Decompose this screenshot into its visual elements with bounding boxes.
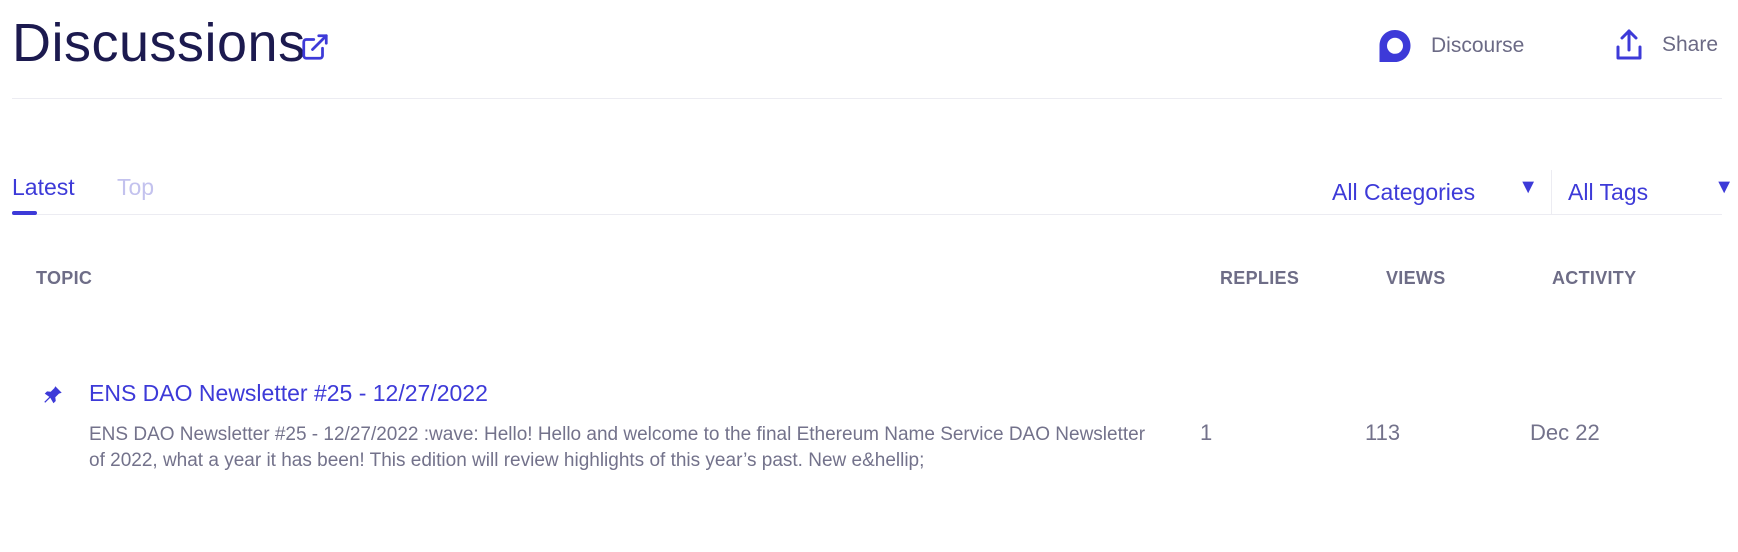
topic-title-link[interactable]: ENS DAO Newsletter #25 - 12/27/2022 — [89, 380, 488, 407]
column-header-activity: ACTIVITY — [1552, 268, 1637, 288]
tab-latest[interactable]: Latest — [12, 174, 75, 201]
page-title: Discussions — [12, 13, 306, 73]
topic-excerpt: ENS DAO Newsletter #25 - 12/27/2022 :wav… — [89, 424, 1146, 471]
share-label: Share — [1662, 33, 1719, 56]
categories-dropdown-label: All Categories — [1332, 178, 1476, 205]
column-header-replies: REPLIES — [1220, 268, 1300, 288]
topic-row: ENS DAO Newsletter #25 - 12/27/2022 ENS … — [12, 370, 1722, 480]
external-link-icon[interactable] — [300, 32, 330, 62]
share-button[interactable]: Share — [1614, 28, 1718, 62]
caret-down-icon: ▼ — [1518, 176, 1538, 198]
pin-icon — [44, 386, 62, 404]
topic-replies-count: 1 — [1200, 420, 1213, 445]
page-header: Discussions Discourse Share — [12, 0, 1722, 99]
discourse-label: Discourse — [1431, 34, 1525, 57]
share-icon — [1616, 29, 1642, 60]
tab-top[interactable]: Top — [117, 174, 154, 201]
topic-views-count: 113 — [1365, 420, 1401, 445]
column-header-topic: TOPIC — [36, 268, 93, 288]
caret-down-icon: ▼ — [1714, 176, 1734, 198]
column-header-views: VIEWS — [1386, 268, 1446, 288]
discourse-icon — [1379, 30, 1411, 62]
topic-activity-date: Dec 22 — [1530, 420, 1600, 445]
tags-dropdown-label: All Tags — [1568, 178, 1649, 205]
tabs-bar: Latest Top All Categories ▼ All Tags ▼ — [12, 170, 1734, 215]
discourse-button[interactable]: Discourse — [1377, 28, 1524, 64]
active-tab-indicator — [12, 211, 37, 215]
tags-dropdown[interactable]: All Tags ▼ — [1551, 170, 1738, 214]
categories-dropdown[interactable]: All Categories ▼ — [1332, 170, 1542, 214]
